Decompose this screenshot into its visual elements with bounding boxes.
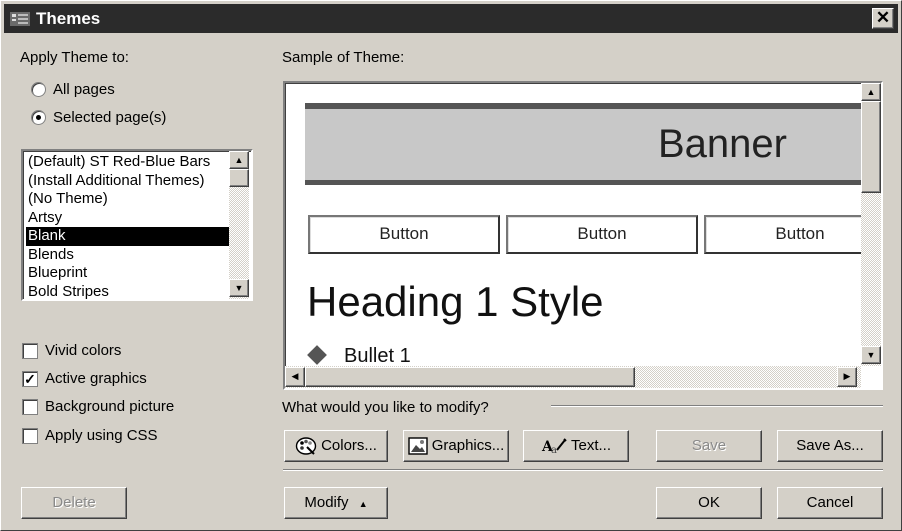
themes-dialog: Themes ✕ Apply Theme to: All pages Selec… — [0, 0, 902, 531]
save-button[interactable]: Save — [656, 430, 762, 462]
down-arrow-icon: ▼ — [234, 283, 244, 293]
selected-pages-label[interactable]: Selected page(s) — [53, 109, 166, 126]
themes-app-icon — [10, 12, 30, 26]
list-item[interactable]: Blueprint — [26, 264, 230, 283]
sample-button: Button — [308, 215, 500, 254]
preview-content: Banner Button Button Button Heading 1 St… — [288, 86, 861, 368]
scroll-thumb[interactable] — [861, 101, 881, 193]
text-label: Text... — [570, 437, 611, 454]
close-icon: ✕ — [875, 8, 891, 27]
down-arrow-icon: ▼ — [866, 350, 876, 360]
all-pages-radio[interactable] — [31, 82, 46, 97]
title-bar[interactable]: Themes ✕ — [4, 4, 898, 33]
vivid-colors-label[interactable]: Vivid colors — [45, 342, 121, 359]
list-item[interactable]: (Default) ST Red-Blue Bars — [26, 153, 230, 172]
vivid-colors-checkbox[interactable] — [22, 343, 38, 359]
colors-button[interactable]: Colors... — [284, 430, 388, 462]
modify-question: What would you like to modify? — [282, 399, 489, 416]
up-arrow-icon: ▲ — [234, 155, 244, 165]
scroll-down-button[interactable]: ▼ — [861, 346, 881, 364]
background-picture-checkbox[interactable] — [22, 399, 38, 415]
modify-label: Modify — [304, 494, 349, 511]
banner-bottom-rule — [305, 180, 861, 185]
theme-list-items: (Default) ST Red-Blue Bars (Install Addi… — [26, 153, 230, 301]
dialog-title: Themes — [36, 9, 101, 28]
theme-preview: Banner Button Button Button Heading 1 St… — [283, 81, 883, 390]
background-picture-label[interactable]: Background picture — [45, 398, 174, 415]
text-style-icon: A a — [541, 438, 567, 456]
sample-button: Button — [506, 215, 698, 254]
right-arrow-icon: ▶ — [843, 371, 851, 381]
apply-theme-label: Apply Theme to: — [20, 49, 129, 66]
expand-arrow-icon: ▲ — [358, 499, 368, 509]
sample-bullet: Bullet 1 — [344, 345, 411, 367]
selected-pages-radio[interactable] — [31, 110, 46, 125]
footer-separator — [283, 469, 883, 471]
up-arrow-icon: ▲ — [866, 87, 876, 97]
theme-listbox[interactable]: (Default) ST Red-Blue Bars (Install Addi… — [21, 149, 253, 301]
svg-text:a: a — [551, 445, 557, 456]
sample-label: Sample of Theme: — [282, 49, 405, 66]
apply-css-label[interactable]: Apply using CSS — [45, 427, 158, 444]
list-item[interactable]: Blends — [26, 246, 230, 265]
list-item-selected[interactable]: Blank — [26, 227, 230, 246]
list-item[interactable]: Artsy — [26, 209, 230, 228]
all-pages-label[interactable]: All pages — [53, 81, 115, 98]
preview-vertical-scrollbar[interactable]: ▲ ▼ — [861, 83, 881, 366]
list-item[interactable]: Bold Stripes — [26, 283, 230, 302]
preview-horizontal-scrollbar[interactable]: ◀ ▶ — [285, 366, 861, 388]
text-button[interactable]: A a Text... — [523, 430, 629, 462]
graphics-button[interactable]: Graphics... — [403, 430, 509, 462]
list-item[interactable]: (No Theme) — [26, 190, 230, 209]
ok-button[interactable]: OK — [656, 487, 762, 519]
theme-list-scrollbar[interactable]: ▲ ▼ — [229, 151, 249, 299]
active-graphics-checkbox[interactable]: ✓ — [22, 371, 38, 387]
sample-banner: Banner — [658, 122, 787, 166]
colors-label: Colors... — [321, 437, 377, 454]
scroll-down-button[interactable]: ▼ — [229, 279, 249, 297]
graphics-label: Graphics... — [431, 437, 505, 454]
modify-separator — [551, 405, 883, 407]
cancel-button[interactable]: Cancel — [777, 487, 883, 519]
active-graphics-label[interactable]: Active graphics — [45, 370, 147, 387]
bullet-diamond-icon — [307, 345, 327, 365]
delete-button[interactable]: Delete — [21, 487, 127, 519]
checkmark-icon: ✓ — [24, 371, 36, 387]
scroll-left-button[interactable]: ◀ — [285, 367, 305, 387]
list-item[interactable]: (Install Additional Themes) — [26, 172, 230, 191]
scroll-up-button[interactable]: ▲ — [229, 151, 249, 169]
scroll-thumb[interactable] — [305, 367, 635, 387]
left-arrow-icon: ◀ — [291, 371, 299, 381]
sample-heading: Heading 1 Style — [307, 278, 604, 325]
scroll-thumb[interactable] — [229, 169, 249, 187]
save-as-button[interactable]: Save As... — [777, 430, 883, 462]
modify-button[interactable]: Modify ▲ — [284, 487, 388, 519]
scroll-up-button[interactable]: ▲ — [861, 83, 881, 101]
close-button[interactable]: ✕ — [872, 8, 894, 29]
sample-button: Button — [704, 215, 861, 254]
picture-icon — [408, 437, 428, 455]
apply-css-checkbox[interactable] — [22, 428, 38, 444]
scroll-right-button[interactable]: ▶ — [837, 367, 857, 387]
palette-icon — [295, 437, 317, 455]
